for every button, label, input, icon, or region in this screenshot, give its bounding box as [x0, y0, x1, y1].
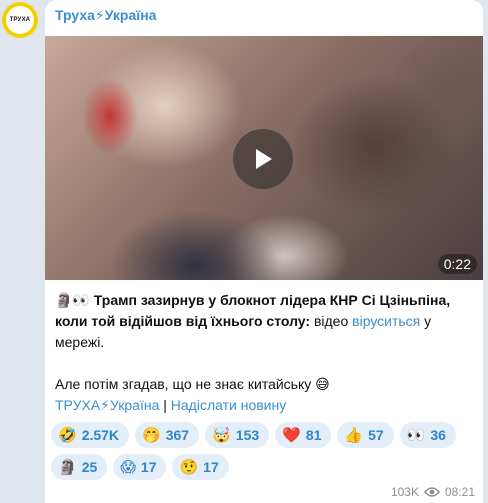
reaction-chip[interactable]: 👍 57: [337, 422, 394, 448]
video-duration: 0:22: [437, 254, 477, 274]
reaction-chip[interactable]: 👀 36: [399, 422, 456, 448]
reaction-count: 153: [235, 427, 260, 443]
post-text: 🗿👀 Трамп зазирнув у блокнот лідера КНР С…: [55, 290, 477, 395]
reaction-chip[interactable]: ❤️ 81: [275, 422, 332, 448]
post-paragraph-2: Але потім згадав, що не знає китайську 😅: [55, 376, 330, 392]
reaction-count: 81: [305, 427, 322, 443]
reaction-chip[interactable]: 🤨 17: [172, 454, 229, 480]
reaction-count: 17: [203, 459, 219, 475]
reaction-chip[interactable]: 🤯 153: [205, 422, 270, 448]
submit-news-link[interactable]: Надіслати новину: [171, 397, 286, 413]
reaction-chip[interactable]: 🤣 2.57K: [51, 422, 130, 448]
channel-name[interactable]: Труха⚡Україна: [55, 7, 156, 24]
footer-links: ТРУХА⚡Україна | Надіслати новину: [55, 395, 286, 415]
post-emoji-prefix: 🗿👀: [55, 292, 90, 308]
message-bubble: Труха⚡Україна 0:22 🗿👀 Трамп зазирнув у б…: [45, 0, 483, 503]
reaction-emoji-icon: 🤭: [142, 427, 161, 444]
reaction-emoji-icon: 🤯: [212, 427, 231, 444]
footer-separator: |: [159, 397, 171, 413]
reaction-emoji-icon: 🤨: [179, 459, 199, 476]
play-icon: [256, 149, 272, 169]
video-preview[interactable]: 0:22: [45, 36, 483, 280]
play-button[interactable]: [233, 129, 293, 189]
message-time: 08:21: [444, 485, 475, 499]
channel-footer-link[interactable]: ТРУХА⚡Україна: [55, 397, 159, 413]
reaction-emoji-icon: 🗿: [58, 459, 77, 476]
reaction-count: 57: [368, 427, 384, 443]
reaction-chip[interactable]: 🗿 25: [51, 454, 108, 480]
reaction-chip[interactable]: 🤭 367: [135, 422, 200, 448]
reaction-emoji-icon: 👍: [344, 427, 364, 444]
reactions-bar: 🤣 2.57K 🤭 367 🤯 153 ❤️ 81 👍 57 👀 36 🗿 25 😱 17 🤨 1…: [51, 422, 471, 480]
post-inline-link[interactable]: віруситься: [352, 313, 420, 329]
eye-icon: [423, 487, 440, 497]
reaction-emoji-icon: ❤️: [282, 427, 301, 444]
reaction-chip[interactable]: 😱 17: [113, 454, 167, 480]
reaction-emoji-icon: 😱: [120, 459, 136, 476]
view-count: 103K: [390, 485, 419, 499]
reaction-emoji-icon: 🤣: [58, 427, 77, 444]
reaction-count: 25: [81, 459, 98, 475]
reaction-count: 17: [140, 459, 157, 475]
reaction-count: 36: [430, 427, 446, 443]
reaction-count: 2.57K: [81, 427, 120, 443]
reaction-emoji-icon: 👀: [406, 427, 426, 444]
message-meta: 103K 08:21: [391, 485, 475, 499]
post-paragraph-1: 🗿👀 Трамп зазирнув у блокнот лідера КНР С…: [55, 290, 477, 353]
avatar-logo-text: ТРУХА: [6, 6, 34, 34]
post-text-middle: відео: [310, 313, 353, 329]
channel-avatar[interactable]: ТРУХА: [2, 2, 38, 38]
reaction-count: 367: [165, 427, 190, 443]
